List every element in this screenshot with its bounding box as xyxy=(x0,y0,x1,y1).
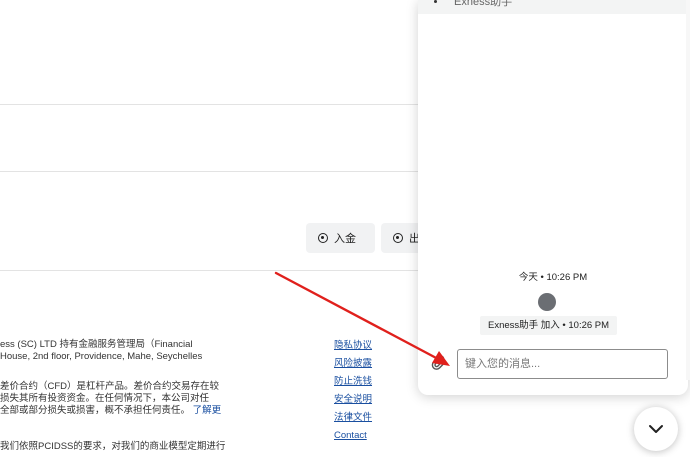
footer-line: 差价合约（CFD）是杠杆产品。差价合约交易存在较 xyxy=(0,381,220,392)
chat-title: Exness助手 xyxy=(454,0,513,8)
divider xyxy=(0,104,418,105)
status-dot-icon xyxy=(434,0,437,3)
footer-links: 隐私协议 风险披露 防止洗钱 安全说明 法律文件 Contact xyxy=(334,340,372,448)
message-input[interactable] xyxy=(457,349,668,379)
footer-line: ess (SC) LTD 持有金融服务管理局（Financial xyxy=(0,339,193,350)
deposit-icon xyxy=(318,233,328,243)
divider xyxy=(0,270,418,271)
footer-line: House, 2nd floor, Providence, Mahe, Seyc… xyxy=(0,351,203,362)
footer-line: 全部或部分损失或损害，概不承担任何责任。 了解更 xyxy=(0,405,221,417)
footer-line: 损失其所有投资资金。在任何情况下，本公司对任 xyxy=(0,393,210,404)
legal-docs-link[interactable]: 法律文件 xyxy=(334,412,372,430)
risk-disclosure-link[interactable]: 风险披露 xyxy=(334,358,372,376)
deposit-button[interactable]: 入金 xyxy=(306,223,375,253)
paperclip-icon[interactable] xyxy=(431,354,445,370)
learn-more-link[interactable]: 了解更 xyxy=(193,405,222,416)
footer-line-text: 全部或部分损失或损害，概不承担任何责任。 xyxy=(0,405,191,416)
chat-join-notice: Exness助手 加入 • 10:26 PM xyxy=(480,316,618,335)
agent-avatar xyxy=(538,293,556,311)
chevron-down-icon xyxy=(649,425,663,433)
footer-line: 我们依照PCIDSS的要求，对我们的商业模型定期进行 xyxy=(0,441,226,452)
chat-date-label: 今天 • 10:26 PM xyxy=(518,272,588,283)
divider xyxy=(0,171,418,172)
withdraw-icon xyxy=(393,233,403,243)
aml-link[interactable]: 防止洗钱 xyxy=(334,376,372,394)
security-link[interactable]: 安全说明 xyxy=(334,394,372,412)
deposit-label: 入金 xyxy=(334,233,356,245)
scrollbar[interactable] xyxy=(686,0,690,380)
contact-link[interactable]: Contact xyxy=(334,430,372,448)
chat-toggle-button[interactable] xyxy=(634,407,678,451)
chat-window: Exness助手 今天 • 10:26 PM Exness助手 加入 • 10:… xyxy=(418,0,688,395)
privacy-link[interactable]: 隐私协议 xyxy=(334,340,372,358)
chat-header: Exness助手 xyxy=(418,0,688,14)
